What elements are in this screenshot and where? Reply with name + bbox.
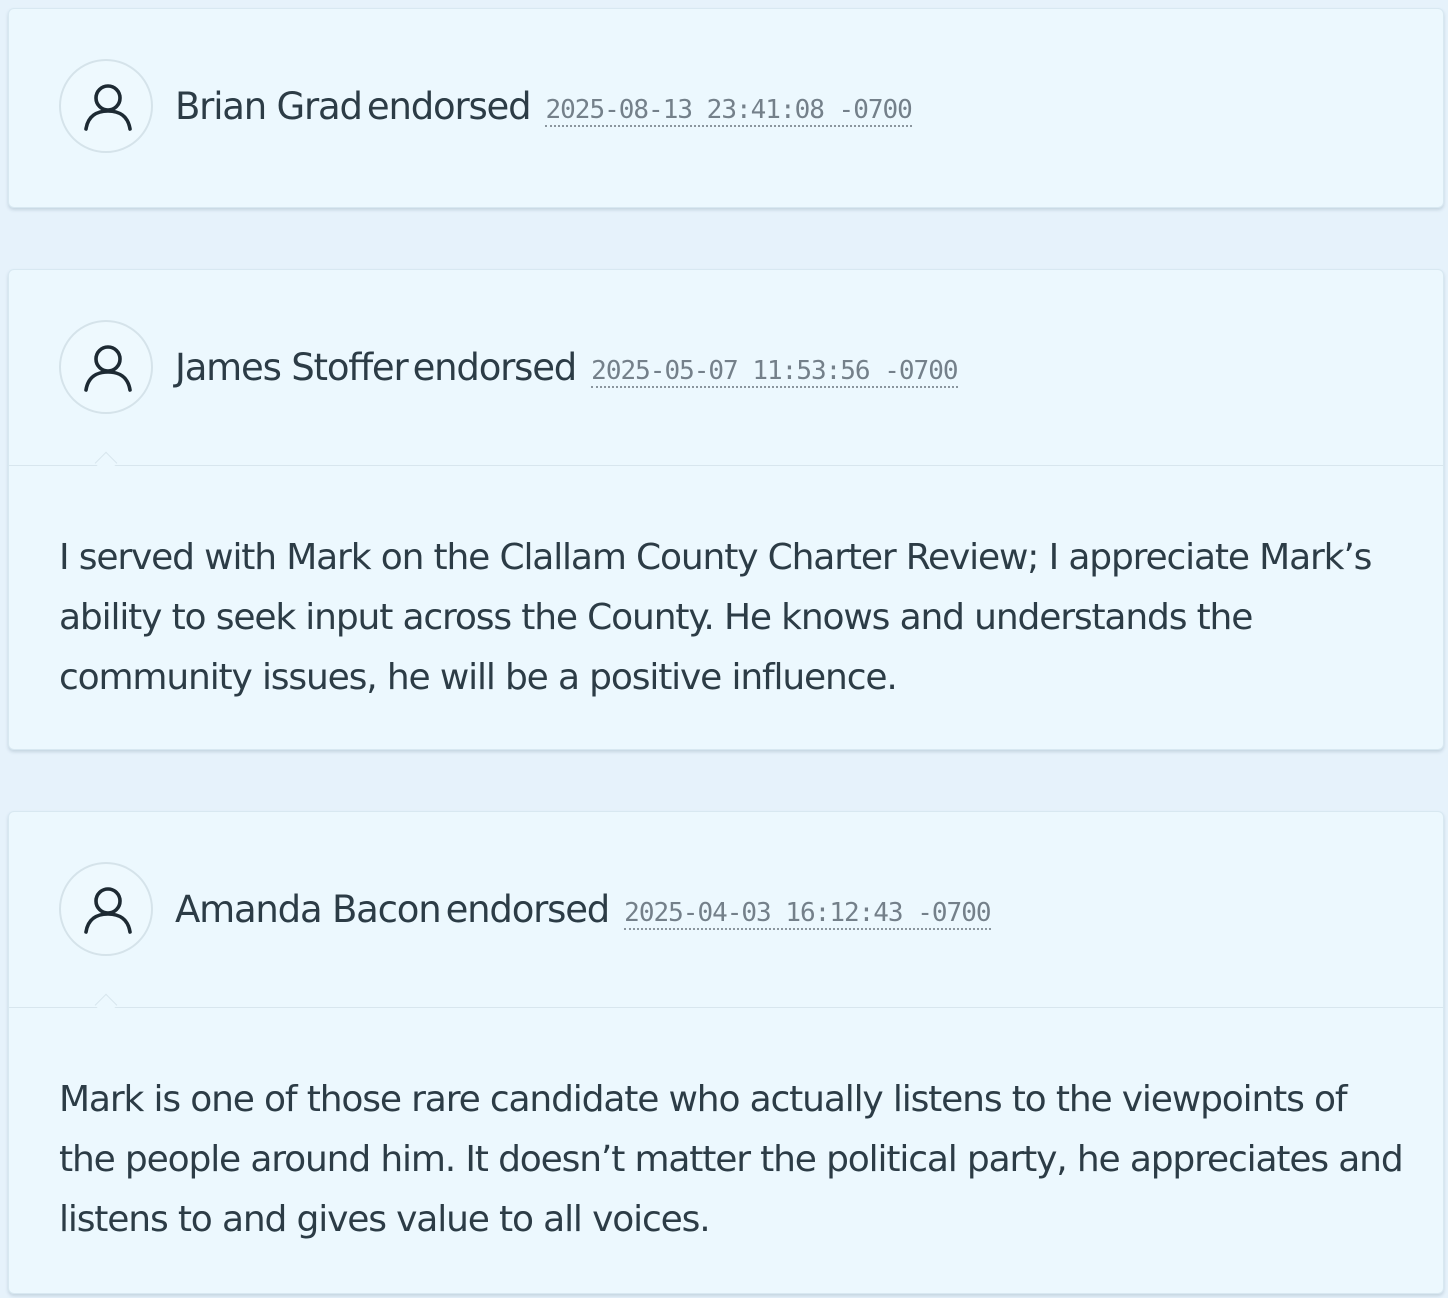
endorser-name[interactable]: James Stoffer [175,346,409,389]
endorsement-byline: Amanda Bacon endorsed 2025-04-03 16:12:4… [175,888,992,939]
endorsement-comment: I served with Mark on the Clallam County… [59,537,1372,698]
endorsement-card: Brian Grad endorsed 2025-08-13 23:41:08 … [8,8,1444,208]
endorsement-header: Brian Grad endorsed 2025-08-13 23:41:08 … [9,9,1443,205]
endorser-name[interactable]: Brian Grad [175,85,363,128]
user-icon [84,84,132,131]
avatar [59,862,153,956]
endorsement-header: James Stoffer endorsed 2025-05-07 11:53:… [9,270,1443,475]
endorsement-byline: James Stoffer endorsed 2025-05-07 11:53:… [175,346,959,397]
endorsed-label: endorsed [412,346,578,389]
avatar [59,320,153,414]
endorsement-card: Amanda Bacon endorsed 2025-04-03 16:12:4… [8,811,1444,1294]
endorser-name[interactable]: Amanda Bacon [175,888,442,931]
endorsement-timestamp[interactable]: 2025-08-13 23:41:08 -0700 [545,95,913,127]
endorsement-timestamp[interactable]: 2025-05-07 11:53:56 -0700 [591,356,959,388]
user-icon [84,887,132,934]
endorsed-label: endorsed [445,888,611,931]
endorsement-timestamp[interactable]: 2025-04-03 16:12:43 -0700 [624,898,992,930]
user-icon [84,345,132,392]
endorsement-card: James Stoffer endorsed 2025-05-07 11:53:… [8,269,1444,750]
avatar [59,59,153,153]
endorsed-label: endorsed [366,85,532,128]
endorsement-byline: Brian Grad endorsed 2025-08-13 23:41:08 … [175,85,913,136]
endorsement-header: Amanda Bacon endorsed 2025-04-03 16:12:4… [9,812,1443,1017]
endorsement-comment: Mark is one of those rare candidate who … [59,1079,1404,1240]
